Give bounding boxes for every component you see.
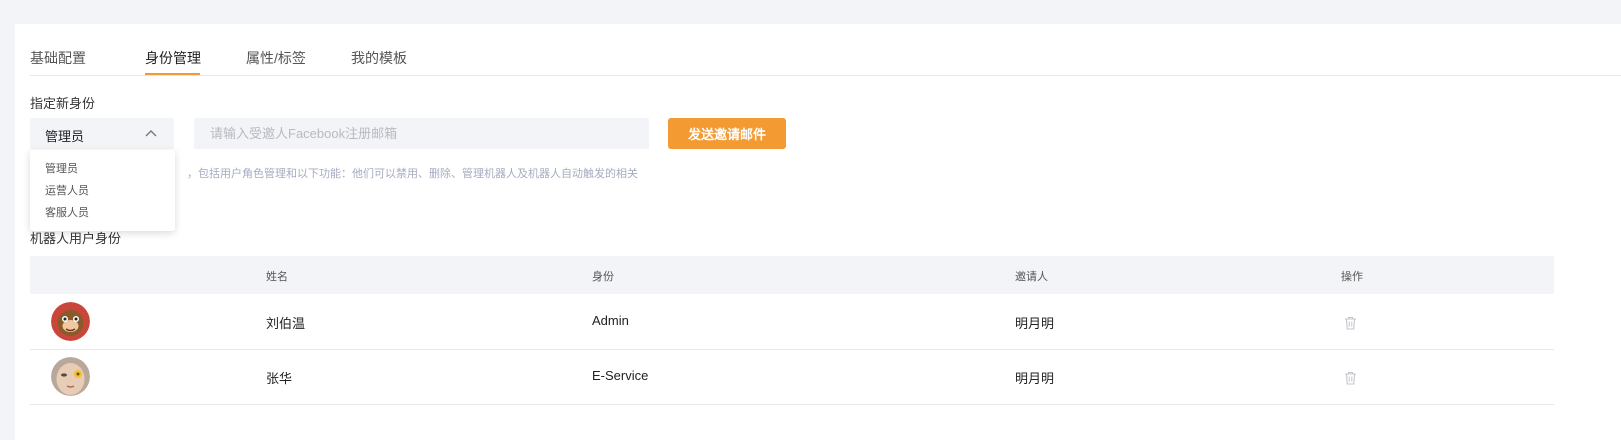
column-header-name: 姓名 xyxy=(266,271,288,283)
settings-panel: 基础配置 身份管理 属性/标签 我的模板 指定新身份 管理员 发送邀请邮件 ，包… xyxy=(15,24,1621,440)
dropdown-option-operator[interactable]: 运营人员 xyxy=(45,182,89,198)
column-header-inviter: 邀请人 xyxy=(1015,271,1048,283)
trash-icon[interactable] xyxy=(1344,371,1357,385)
role-select-value: 管理员 xyxy=(45,129,85,144)
trash-icon[interactable] xyxy=(1344,316,1357,330)
chevron-up-icon xyxy=(145,130,157,137)
tab-basic-config[interactable]: 基础配置 xyxy=(30,48,86,68)
tab-attributes-tags[interactable]: 属性/标签 xyxy=(246,48,306,68)
avatar xyxy=(51,302,90,341)
user-name: 张华 xyxy=(266,371,293,386)
user-role: Admin xyxy=(592,313,629,328)
user-role: E-Service xyxy=(592,368,649,383)
column-header-actions: 操作 xyxy=(1341,271,1363,283)
active-tab-indicator xyxy=(145,73,200,75)
table-header: 姓名 身份 邀请人 操作 xyxy=(30,256,1554,294)
tab-bar: 基础配置 身份管理 属性/标签 我的模板 xyxy=(30,24,1621,76)
section-label: 指定新身份 xyxy=(30,96,96,111)
user-inviter: 明月明 xyxy=(1015,371,1055,386)
tab-my-templates[interactable]: 我的模板 xyxy=(351,48,407,68)
email-input[interactable] xyxy=(194,118,649,149)
column-header-role: 身份 xyxy=(592,271,614,283)
tab-identity-management[interactable]: 身份管理 xyxy=(145,48,201,68)
dropdown-option-admin[interactable]: 管理员 xyxy=(45,160,78,176)
user-name: 刘伯温 xyxy=(266,316,306,331)
role-select[interactable]: 管理员 xyxy=(30,118,174,149)
dropdown-option-support[interactable]: 客服人员 xyxy=(45,204,89,220)
table-row: 刘伯温 Admin 明月明 xyxy=(30,294,1554,350)
send-invite-button[interactable]: 发送邀请邮件 xyxy=(668,118,786,149)
role-dropdown-menu: 管理员 运营人员 客服人员 xyxy=(30,150,175,231)
avatar xyxy=(51,357,90,396)
table-row: 张华 E-Service 明月明 xyxy=(30,349,1554,405)
role-description: ，包括用户角色管理和以下功能：他们可以禁用、删除、管理机器人及机器人自动触发的相… xyxy=(187,168,638,180)
user-inviter: 明月明 xyxy=(1015,316,1055,331)
